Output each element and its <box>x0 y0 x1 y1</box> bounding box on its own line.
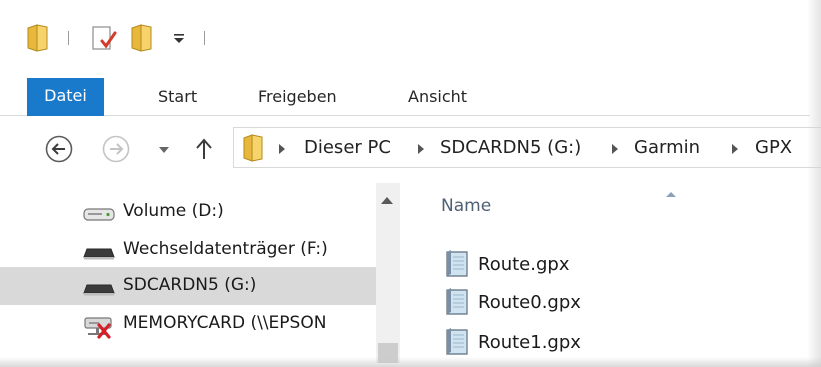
file-list: Name Route.gpx Route0.gpx Route1.gpx <box>400 183 810 363</box>
breadcrumb-separator-icon[interactable] <box>732 144 738 154</box>
list-item[interactable]: Route1.gpx <box>441 325 741 359</box>
file-name: Route1.gpx <box>478 332 581 353</box>
ribbon-tabs: Datei Start Freigeben Ansicht <box>0 78 810 116</box>
window-shadow <box>0 357 821 367</box>
gpx-file-icon <box>446 288 468 315</box>
breadcrumb-gpx[interactable]: GPX <box>755 137 792 158</box>
nav-item-label: Wechseldatenträger (F:) <box>123 239 328 259</box>
folder-icon[interactable] <box>26 24 50 52</box>
breadcrumb-separator-icon[interactable] <box>612 144 618 154</box>
toolbar-separator <box>68 31 69 45</box>
breadcrumb-separator-icon[interactable] <box>279 144 285 154</box>
tab-freigeben[interactable]: Freigeben <box>258 78 337 115</box>
nav-item-sdcardn5-g[interactable]: SDCARDN5 (G:) <box>0 267 376 305</box>
address-bar[interactable]: Dieser PC SDCARDN5 (G:) Garmin GPX <box>233 127 821 168</box>
folder-icon <box>243 134 263 162</box>
nav-item-label: MEMORYCARD (\\EPSON <box>123 313 327 333</box>
tab-datei[interactable]: Datei <box>27 78 104 116</box>
nav-item-memorycard[interactable]: MEMORYCARD (\\EPSON <box>0 305 376 343</box>
window-shadow <box>807 0 821 367</box>
customize-toolbar-dropdown-icon[interactable] <box>172 32 186 46</box>
nav-item-label: Volume (D:) <box>123 201 224 221</box>
breadcrumb-sdcardn5[interactable]: SDCARDN5 (G:) <box>440 137 581 158</box>
breadcrumb-garmin[interactable]: Garmin <box>634 137 700 158</box>
file-name: Route.gpx <box>478 254 570 275</box>
file-name: Route0.gpx <box>478 292 581 313</box>
forward-icon[interactable] <box>101 134 131 164</box>
gpx-file-icon <box>446 250 468 277</box>
up-arrow-icon[interactable] <box>194 137 214 161</box>
removable-drive-icon <box>83 248 115 260</box>
hard-drive-icon <box>83 208 115 221</box>
scroll-up-arrow-icon[interactable] <box>381 197 393 204</box>
navigation-pane: Volume (D:) Wechseldatenträger (F:) SDCA… <box>0 183 400 363</box>
gpx-file-icon <box>446 328 468 355</box>
properties-icon[interactable] <box>90 24 118 52</box>
column-header-name[interactable]: Name <box>441 196 491 216</box>
back-icon[interactable] <box>44 134 74 164</box>
breadcrumb-separator-icon[interactable] <box>418 144 424 154</box>
breadcrumb-dieser-pc[interactable]: Dieser PC <box>304 137 391 158</box>
list-item[interactable]: Route0.gpx <box>441 285 741 319</box>
list-item[interactable]: Route.gpx <box>441 247 741 281</box>
recent-locations-dropdown-icon[interactable] <box>158 145 170 155</box>
removable-drive-icon <box>83 284 115 296</box>
nav-item-volume-d[interactable]: Volume (D:) <box>0 193 376 231</box>
toolbar-separator <box>204 31 205 45</box>
nav-item-label: SDCARDN5 (G:) <box>123 275 257 295</box>
disconnected-network-drive-icon <box>84 317 112 339</box>
sort-ascending-icon <box>666 192 676 197</box>
navigation-bar: Dieser PC SDCARDN5 (G:) Garmin GPX <box>0 117 821 183</box>
nav-item-wechseldatentraeger-f[interactable]: Wechseldatenträger (F:) <box>0 231 376 269</box>
quick-access-toolbar <box>0 0 810 78</box>
explorer-window: Datei Start Freigeben Ansicht Dieser PC <box>0 0 821 367</box>
tab-start[interactable]: Start <box>158 78 197 115</box>
tab-ansicht[interactable]: Ansicht <box>408 78 467 115</box>
new-folder-icon[interactable] <box>130 24 154 52</box>
navigation-pane-scrollbar[interactable] <box>376 183 400 363</box>
